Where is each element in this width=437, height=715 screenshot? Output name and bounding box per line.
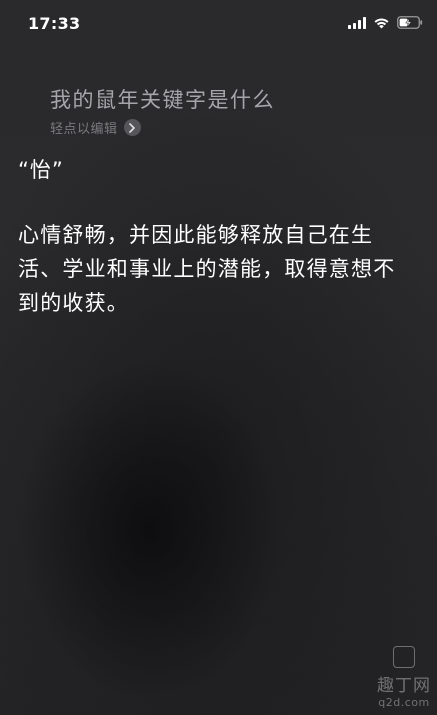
status-bar: 17:33 [0,0,437,50]
battery-charging-icon [397,16,423,29]
status-icons [348,16,423,29]
watermark-url: q2d.com [378,696,430,709]
answer-keyword: “怡” [18,158,64,182]
tap-to-edit-label: 轻点以编辑 [50,122,118,137]
watermark-brand: 趣丁网 [377,676,431,696]
siri-query-text[interactable]: 我的鼠年关键字是什么 [50,84,275,114]
answer-description: 心情舒畅，并因此能够释放自己在生活、学业和事业上的潜能，取得意想不到的收获。 [18,223,396,315]
wifi-icon [373,17,390,29]
chevron-right-icon[interactable] [123,119,141,136]
tap-to-edit-button[interactable]: 轻点以编辑 [50,118,141,137]
signal-icon [348,16,366,29]
watermark-logo-icon [393,646,415,668]
site-watermark: 趣丁网 q2d.com [377,646,431,709]
status-time: 17:33 [28,14,81,33]
